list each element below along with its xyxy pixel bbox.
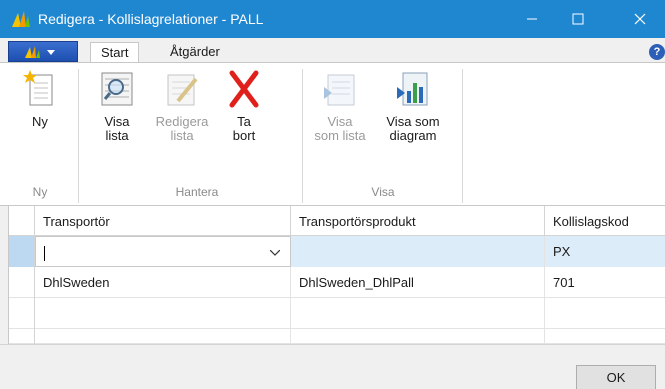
transportor-cell[interactable]: DhlSweden bbox=[35, 267, 291, 298]
empty-row bbox=[9, 298, 665, 329]
empty-cell bbox=[35, 329, 291, 345]
tab-atgarder[interactable]: Åtgärder bbox=[160, 42, 230, 62]
group-separator bbox=[78, 69, 79, 203]
empty-cell bbox=[35, 298, 291, 329]
kollislagskod-cell[interactable]: 701 bbox=[545, 267, 665, 298]
ribbon: Ny Ny Visa lista Redigera lista Ta bort … bbox=[0, 62, 665, 206]
close-icon bbox=[634, 13, 646, 25]
show-as-chart-icon bbox=[395, 69, 431, 109]
row-selector bbox=[9, 329, 35, 344]
empty-cell bbox=[291, 298, 545, 329]
group-separator bbox=[302, 69, 303, 203]
group-label-ny: Ny bbox=[32, 185, 48, 199]
delete-icon bbox=[226, 69, 262, 109]
show-as-list-button[interactable]: Visa som lista bbox=[308, 69, 372, 143]
group-label-visa: Visa bbox=[371, 185, 395, 199]
minimize-button[interactable] bbox=[509, 0, 555, 38]
group-separator bbox=[462, 69, 463, 203]
column-header-kollislagskod[interactable]: Kollislagskod bbox=[545, 206, 665, 236]
new-row[interactable]: PX bbox=[9, 236, 665, 267]
view-list-icon bbox=[99, 69, 135, 109]
header-selector bbox=[9, 206, 35, 236]
app-menu-button[interactable] bbox=[8, 41, 78, 62]
maximize-icon bbox=[572, 13, 584, 25]
column-header-transportor[interactable]: Transportör bbox=[35, 206, 291, 236]
ok-button[interactable]: OK bbox=[576, 365, 656, 389]
empty-row bbox=[9, 329, 665, 345]
show-as-chart-button[interactable]: Visa som diagram bbox=[380, 69, 446, 143]
group-label-hantera: Hantera bbox=[175, 185, 219, 199]
maximize-button[interactable] bbox=[555, 0, 601, 38]
app-logo-icon bbox=[10, 8, 32, 30]
new-document-icon bbox=[22, 69, 58, 109]
help-icon[interactable]: ? bbox=[649, 44, 665, 60]
show-as-list-icon bbox=[322, 69, 358, 109]
tab-start[interactable]: Start bbox=[90, 42, 140, 63]
chevron-down-icon[interactable] bbox=[270, 250, 280, 256]
delete-label: Ta bort bbox=[232, 114, 256, 143]
title-bar: Redigera - Kollislagrelationer - PALL bbox=[0, 0, 665, 38]
grid-header: Transportör Transportörsprodukt Kollisla… bbox=[9, 206, 665, 236]
column-header-transportorsprodukt[interactable]: Transportörsprodukt bbox=[291, 206, 545, 236]
table-row[interactable]: DhlSweden DhlSweden_DhlPall 701 bbox=[9, 267, 665, 298]
edit-list-button[interactable]: Redigera lista bbox=[152, 69, 212, 143]
ribbon-tab-strip: Start Åtgärder ? bbox=[0, 38, 665, 63]
dialog-footer: OK bbox=[0, 344, 665, 389]
empty-cell bbox=[545, 329, 665, 345]
show-as-list-label: Visa som lista bbox=[314, 114, 366, 143]
transportor-combobox[interactable] bbox=[35, 236, 291, 267]
delete-button[interactable]: Ta bort bbox=[222, 69, 266, 143]
new-button-label: Ny bbox=[32, 114, 48, 129]
row-selector[interactable] bbox=[9, 236, 35, 267]
app-menu-icon bbox=[25, 45, 55, 58]
close-button[interactable] bbox=[617, 0, 663, 38]
view-list-label: Visa lista bbox=[104, 114, 130, 143]
view-list-button[interactable]: Visa lista bbox=[92, 69, 142, 143]
empty-cell bbox=[291, 329, 545, 345]
text-cursor bbox=[44, 246, 45, 262]
window-title: Redigera - Kollislagrelationer - PALL bbox=[38, 11, 264, 27]
kollislagskod-cell[interactable]: PX bbox=[545, 236, 665, 267]
transportorsprodukt-cell[interactable]: DhlSweden_DhlPall bbox=[291, 267, 545, 298]
edit-list-icon bbox=[164, 69, 200, 109]
empty-cell bbox=[545, 298, 665, 329]
row-selector bbox=[9, 298, 35, 329]
transportorsprodukt-cell[interactable] bbox=[291, 236, 545, 267]
new-button[interactable]: Ny bbox=[18, 69, 62, 129]
edit-list-label: Redigera lista bbox=[155, 114, 209, 143]
minimize-icon bbox=[527, 18, 537, 20]
row-selector[interactable] bbox=[9, 267, 35, 298]
show-as-chart-label: Visa som diagram bbox=[386, 114, 440, 143]
relations-grid: Transportör Transportörsprodukt Kollisla… bbox=[8, 206, 665, 345]
